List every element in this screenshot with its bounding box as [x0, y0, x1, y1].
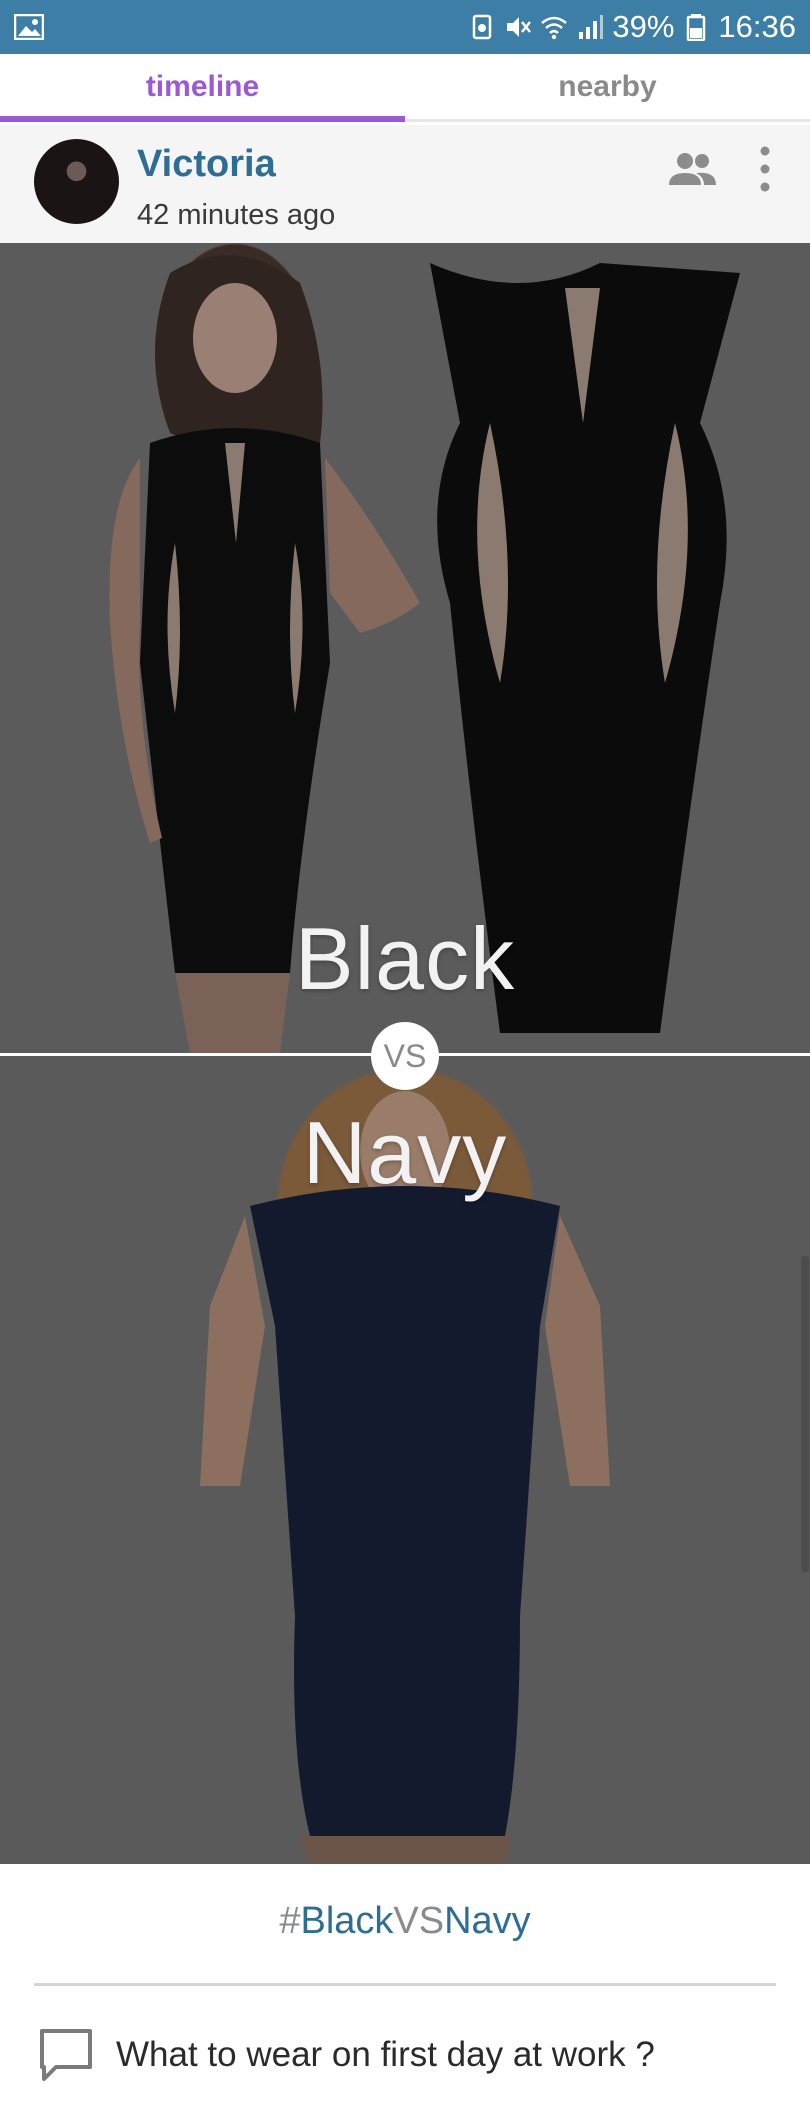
battery-percent: 39% — [612, 9, 675, 44]
clock: 16:36 — [718, 9, 796, 44]
wifi-icon — [541, 16, 568, 40]
tab-nearby[interactable]: nearby — [405, 54, 810, 119]
hashtag-first-option: Black — [300, 1900, 394, 1942]
post-hashtag[interactable]: #BlackVSNavy — [0, 1900, 810, 1943]
signal-icon — [579, 15, 604, 39]
option-two-label: Navy — [302, 1103, 508, 1202]
comment-icon — [40, 2029, 92, 2081]
scrollbar[interactable] — [801, 1256, 809, 1572]
post-question[interactable]: What to wear on first day at work ? — [38, 2020, 778, 2090]
vs-badge: VS — [371, 1022, 439, 1090]
section-separator — [34, 1983, 776, 1986]
option-one-label: Black — [294, 909, 516, 1008]
hashtag-symbol: # — [279, 1900, 301, 1942]
hashtag-second-option: Navy — [444, 1900, 531, 1942]
tab-timeline[interactable]: timeline — [0, 54, 405, 122]
gallery-icon — [14, 14, 44, 40]
hashtag-vs: VS — [393, 1900, 445, 1942]
post-timestamp: 42 minutes ago — [137, 199, 336, 231]
post-header: Victoria 42 minutes ago — [0, 125, 810, 243]
data-saver-icon — [473, 14, 492, 40]
battery-icon — [687, 14, 706, 41]
post-username[interactable]: Victoria — [137, 143, 276, 186]
group-icon[interactable] — [664, 143, 720, 199]
tab-bar: timeline nearby — [0, 54, 810, 122]
more-vert-icon[interactable] — [748, 141, 782, 197]
avatar[interactable] — [34, 139, 119, 224]
status-bar: 39% 16:36 — [0, 0, 810, 54]
mute-icon — [507, 17, 532, 37]
question-text: What to wear on first day at work ? — [116, 2035, 655, 2074]
